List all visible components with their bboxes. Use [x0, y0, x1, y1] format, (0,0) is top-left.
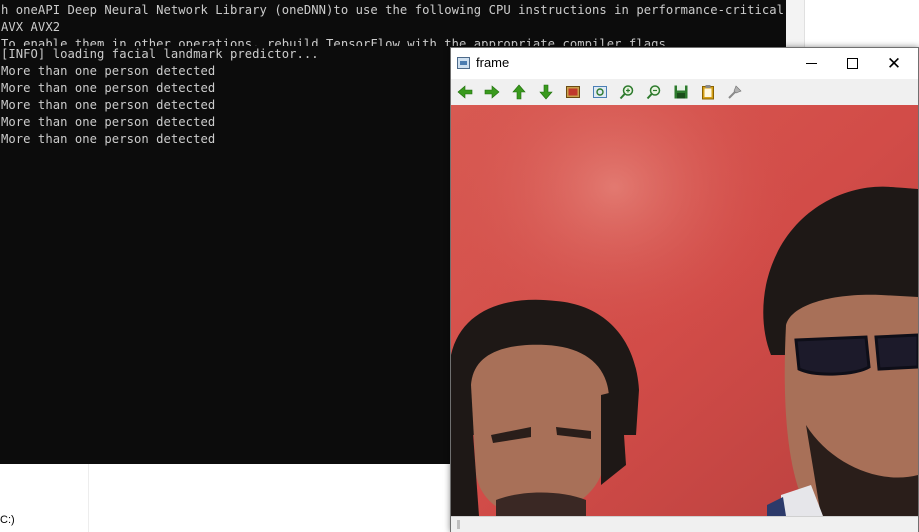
save-button[interactable]	[672, 83, 690, 101]
maximize-button[interactable]	[831, 48, 873, 79]
pan-right-button[interactable]	[483, 83, 501, 101]
save-icon	[674, 85, 688, 99]
pan-up-icon	[512, 84, 526, 100]
zoom-out-icon	[646, 85, 661, 100]
console-line: To enable them in other operations, rebu…	[1, 37, 674, 46]
zoom-original-button[interactable]	[564, 83, 582, 101]
explorer-divider	[88, 464, 89, 532]
explorer-area	[0, 464, 450, 532]
close-button[interactable]: ✕	[873, 48, 915, 79]
zoom-fit-button[interactable]	[591, 83, 609, 101]
zoom-fit-icon	[593, 86, 607, 98]
pan-down-button[interactable]	[537, 83, 555, 101]
frame-window[interactable]: frame ✕	[450, 47, 919, 532]
minimize-icon	[805, 63, 817, 64]
background-panel	[804, 0, 919, 48]
properties-icon	[728, 85, 742, 99]
console-line: AVX AVX2	[1, 20, 61, 34]
pan-left-icon	[457, 85, 473, 99]
app-icon	[457, 57, 470, 69]
console-line: h oneAPI Deep Neural Network Library (on…	[1, 3, 786, 17]
zoom-in-button[interactable]	[618, 83, 636, 101]
title-bar[interactable]: frame ✕	[451, 48, 918, 79]
drive-label[interactable]: C:)	[0, 514, 15, 526]
window-title: frame	[476, 55, 510, 70]
minimize-button[interactable]	[790, 48, 832, 79]
pan-up-button[interactable]	[510, 83, 528, 101]
toolbar	[451, 79, 918, 106]
properties-button[interactable]	[726, 83, 744, 101]
zoom-in-icon	[619, 85, 634, 100]
zoom-out-button[interactable]	[645, 83, 663, 101]
video-frame[interactable]	[451, 105, 918, 516]
copy-to-clipboard-button[interactable]	[699, 83, 717, 101]
maximize-icon	[846, 58, 858, 69]
horizontal-scrollbar[interactable]	[451, 516, 918, 532]
copy-to-clipboard-icon	[702, 85, 714, 100]
zoom-original-icon	[566, 86, 580, 98]
pan-left-button[interactable]	[456, 83, 474, 101]
scrollbar-thumb[interactable]	[457, 520, 460, 529]
pan-down-icon	[539, 84, 553, 100]
pan-right-icon	[484, 85, 500, 99]
webcam-image	[451, 105, 918, 516]
